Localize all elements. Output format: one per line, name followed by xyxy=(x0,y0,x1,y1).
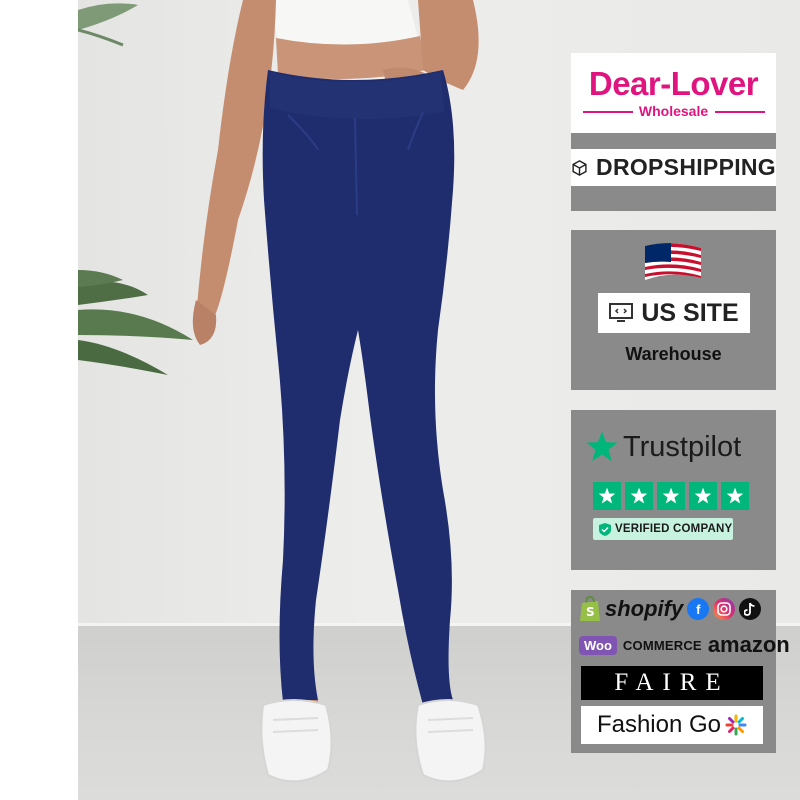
instagram-icon[interactable] xyxy=(713,598,736,620)
us-site-badge[interactable]: US SITE xyxy=(598,293,750,333)
trustpilot-logo[interactable]: Trustpilot xyxy=(585,430,741,464)
platforms-row-1: S shopify f xyxy=(579,596,762,622)
verified-company-label: VERIFIED COMPANY xyxy=(615,523,733,535)
verified-company-badge: VERIFIED COMPANY xyxy=(593,518,733,540)
trustpilot-label: Trustpilot xyxy=(623,430,742,463)
amazon-logo[interactable]: amazon xyxy=(708,632,790,658)
brand-logo-title: Dear-Lover xyxy=(588,65,759,102)
shield-check-icon xyxy=(599,522,611,536)
shopify-logo[interactable]: shopify xyxy=(605,596,683,622)
trustpilot-rating xyxy=(593,482,749,510)
rating-star-icon xyxy=(721,482,749,510)
brand-panel: Dear-Lover Wholesale DROPSHIPPING xyxy=(571,53,776,211)
us-site-label: US SITE xyxy=(641,298,739,327)
rating-star-icon xyxy=(625,482,653,510)
warehouse-label: Warehouse xyxy=(625,344,722,364)
fashiongo-burst-icon xyxy=(725,714,747,736)
brand-logo-box: Dear-Lover Wholesale xyxy=(571,53,776,133)
dropshipping-badge[interactable]: DROPSHIPPING xyxy=(571,149,776,186)
box-icon xyxy=(572,159,587,176)
us-site-panel: US SITE Warehouse xyxy=(571,230,776,390)
tiktok-icon[interactable] xyxy=(739,598,762,620)
svg-text:S: S xyxy=(586,605,595,619)
trustpilot-star-icon xyxy=(586,431,618,462)
trustpilot-panel: Trustpilot VERIFIED COMPANY xyxy=(571,410,776,570)
facebook-icon[interactable]: f xyxy=(687,598,710,620)
platforms-row-2: Woo COMMERCE amazon xyxy=(579,632,790,658)
rating-star-icon xyxy=(593,482,621,510)
brand-rule-right xyxy=(715,111,765,113)
fashiongo-logo[interactable]: Fashion Go xyxy=(581,706,763,744)
faire-logo[interactable]: FAIRE xyxy=(581,666,763,700)
fashiongo-label: Fashion Go xyxy=(596,711,722,738)
monitor-code-icon xyxy=(609,303,634,322)
us-flag-icon xyxy=(645,243,701,280)
dropshipping-label: DROPSHIPPING xyxy=(596,154,776,180)
woocommerce-label: COMMERCE xyxy=(622,637,702,653)
rating-star-icon xyxy=(657,482,685,510)
rating-star-icon xyxy=(689,482,717,510)
shopify-bag-icon: S xyxy=(580,596,600,621)
woocommerce-woo-logo[interactable]: Woo xyxy=(579,635,617,655)
platforms-panel: S shopify f Woo COMMERCE amazon FAIRE Fa… xyxy=(571,590,790,753)
